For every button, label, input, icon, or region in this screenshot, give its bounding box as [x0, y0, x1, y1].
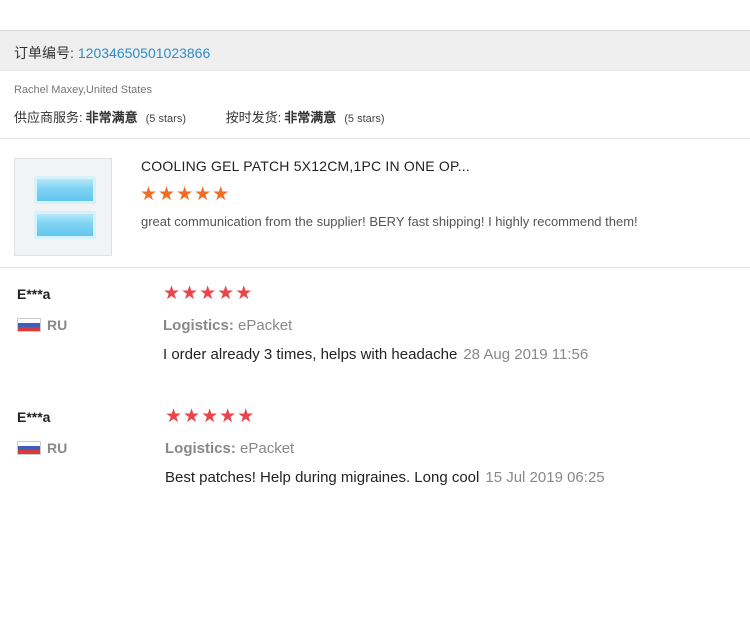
review-date: 28 Aug 2019 11:56: [463, 346, 589, 363]
gel-patch-graphic: [34, 211, 96, 239]
review-rating-stars: ★★★★★: [163, 284, 253, 303]
rating-label: 按时发货:: [225, 110, 282, 125]
order-label-text: 订单编号:: [14, 45, 74, 61]
star-icon: ★: [219, 406, 238, 427]
supplier-service-rating: 供应商服务: 非常满意 (5 stars): [14, 107, 186, 126]
star-icon: ★: [194, 184, 213, 205]
reviewer-name: E***a: [17, 409, 51, 425]
star-icon: ★: [235, 283, 254, 304]
star-icon: ★: [140, 184, 159, 205]
divider: [0, 267, 750, 268]
order-bar: 订单编号: 12034650501023866: [0, 30, 750, 71]
country-code: RU: [47, 317, 68, 333]
review-text: I order already 3 times, helps with head…: [163, 346, 588, 363]
rating-value: 非常满意: [284, 110, 337, 125]
buyer-name: Rachel Maxey,United States: [14, 84, 152, 96]
star-icon: ★: [176, 184, 195, 205]
star-icon: ★: [158, 184, 177, 205]
review-body: I order already 3 times, helps with head…: [163, 346, 458, 363]
logistics-label: Logistics:: [165, 440, 236, 457]
review-rating-stars: ★★★★★: [165, 407, 255, 426]
russia-flag-icon: [17, 441, 41, 455]
divider: [0, 138, 750, 139]
seller-ratings: 供应商服务: 非常满意 (5 stars) 按时发货: 非常满意 (5 stars): [14, 107, 421, 126]
logistics-label: Logistics:: [163, 317, 234, 334]
review-date: 15 Jul 2019 06:25: [485, 469, 605, 486]
order-number[interactable]: 12034650501023866: [78, 45, 210, 61]
rating-label: 供应商服务:: [14, 110, 83, 125]
reviewer-country: RU: [17, 317, 67, 333]
product-title[interactable]: COOLING GEL PATCH 5X12CM,1PC IN ONE OP..…: [141, 158, 470, 174]
star-icon: ★: [201, 406, 220, 427]
rating-stars-text: (5 stars): [344, 113, 385, 125]
star-icon: ★: [217, 283, 236, 304]
star-icon: ★: [183, 406, 202, 427]
reviewer-country: RU: [17, 440, 67, 456]
logistics-value: ePacket: [238, 317, 293, 334]
rating-value: 非常满意: [85, 110, 138, 125]
star-icon: ★: [212, 184, 231, 205]
star-icon: ★: [163, 283, 182, 304]
country-code: RU: [47, 440, 68, 456]
gel-patch-graphic: [34, 176, 96, 204]
star-icon: ★: [237, 406, 256, 427]
logistics-info: Logistics: ePacket: [165, 440, 294, 457]
product-comment: great communication from the supplier! B…: [141, 214, 638, 229]
star-icon: ★: [181, 283, 200, 304]
reviewer-name: E***a: [17, 286, 51, 302]
star-icon: ★: [199, 283, 218, 304]
logistics-info: Logistics: ePacket: [163, 317, 292, 334]
review-body: Best patches! Help during migraines. Lon…: [165, 469, 480, 486]
product-rating-stars: ★★★★★: [140, 185, 230, 204]
product-image[interactable]: [14, 158, 112, 256]
rating-stars-text: (5 stars): [145, 113, 186, 125]
on-time-shipping-rating: 按时发货: 非常满意 (5 stars): [226, 107, 385, 126]
star-icon: ★: [165, 406, 184, 427]
logistics-value: ePacket: [240, 440, 295, 457]
order-label: 订单编号: 12034650501023866: [14, 43, 210, 63]
russia-flag-icon: [17, 318, 41, 332]
review-text: Best patches! Help during migraines. Lon…: [165, 469, 605, 486]
